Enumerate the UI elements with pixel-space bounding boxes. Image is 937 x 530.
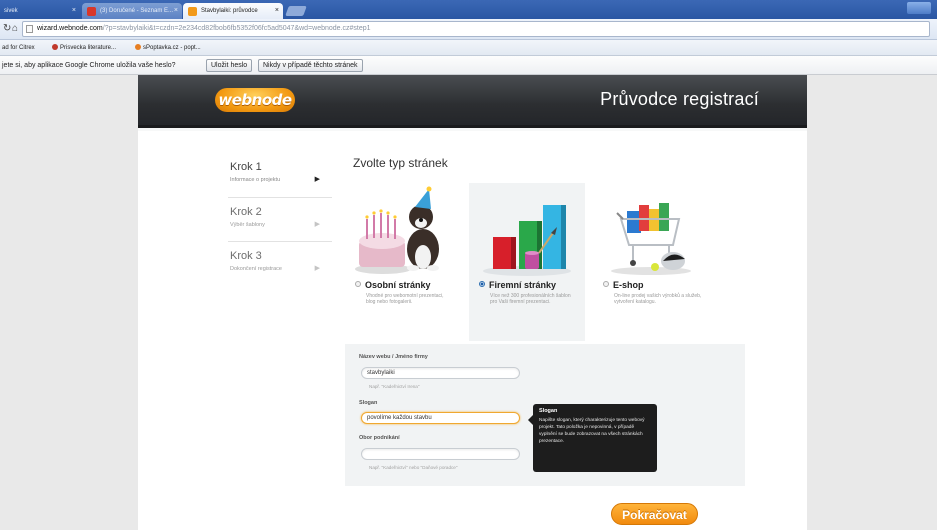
save-password-infobar: jete si, aby aplikace Google Chrome ulož… — [0, 56, 937, 75]
site-name-input[interactable]: stavbylaiki — [361, 367, 520, 379]
step-2: Krok 2 Výběr šablony ▶ — [230, 206, 328, 228]
business-field-hint: Např. "Kadeřnictví" nebo "Daňové poradce… — [369, 465, 458, 470]
window-control-button[interactable] — [907, 2, 931, 14]
step-subtitle: Výběr šablony — [230, 222, 265, 228]
option-label-text: E-shop — [613, 280, 644, 290]
tab-1-label: sivek — [4, 8, 18, 14]
home-icon[interactable]: ⌂ — [12, 23, 18, 34]
slogan-input[interactable]: povolíme každou stavbu — [361, 412, 520, 424]
business-field-label: Obor podnikání — [359, 435, 400, 441]
browser-tab-1[interactable]: sivek × — [0, 3, 80, 19]
arrow-right-icon: ▶ — [314, 176, 320, 183]
page-icon — [26, 25, 33, 33]
new-tab-button[interactable] — [285, 6, 307, 16]
radio-button[interactable] — [355, 281, 361, 287]
bookmark-icon — [52, 44, 58, 51]
shopping-cart-illustration — [611, 203, 691, 275]
browser-tab-3-active[interactable]: Stavbylaiki: průvodce × — [183, 3, 283, 19]
webnode-favicon-icon — [188, 7, 197, 16]
site-name-hint: Např. "Kadeřnictví Irena" — [369, 384, 420, 389]
business-field-input[interactable] — [361, 448, 520, 460]
bookmark-label: Prisvecka literature... — [60, 45, 117, 51]
url-host: wizard.webnode.com — [37, 25, 103, 32]
step-1: Krok 1 Informace o projektu ▶ — [230, 161, 328, 183]
tooltip-title: Slogan — [539, 408, 558, 414]
bookmark-item[interactable]: sPoptavka.cz - popt... — [135, 40, 201, 56]
choose-type-heading: Zvolte typ stránek — [353, 156, 448, 170]
step-subtitle: Dokončení registrace — [230, 266, 282, 272]
bookmark-label: sPoptavka.cz - popt... — [143, 45, 201, 51]
never-save-button[interactable]: Nikdy v případě těchto stránek — [258, 59, 363, 72]
bar-chart-illustration — [483, 205, 571, 276]
page-title: Průvodce registrací — [600, 89, 759, 109]
close-icon[interactable]: × — [174, 3, 178, 19]
save-password-button[interactable]: Uložit heslo — [206, 59, 253, 72]
option-label: E-shop — [603, 280, 644, 290]
close-icon[interactable]: × — [275, 3, 279, 19]
site-type-business[interactable]: Firemní stránky Více než 300 profesionál… — [469, 183, 585, 341]
step-title: Krok 3 — [230, 250, 262, 262]
url-path: /?p=stavbylaiki&t=czdn=2e234cd82fbob6fb5… — [102, 25, 371, 32]
radio-button[interactable] — [603, 281, 609, 287]
browser-tab-bar: sivek × (3) Doručené - Seznam E... × Sta… — [0, 0, 937, 19]
arrow-right-icon: ▶ — [314, 221, 320, 228]
site-name-label: Název webu / Jméno firmy — [359, 354, 428, 360]
site-type-eshop[interactable]: E-shop On-line prodej vašich výrobků a s… — [593, 183, 709, 341]
site-type-personal[interactable]: Osobní stránky Vhodné pro webomotní prez… — [345, 183, 461, 341]
option-label-text: Osobní stránky — [365, 280, 431, 290]
address-bar[interactable]: wizard.webnode.com/?p=stavbylaiki&t=czdn… — [22, 21, 930, 37]
page-header: webnode Průvodce registrací — [138, 75, 807, 128]
step-3: Krok 3 Dokončení registrace ▶ — [230, 250, 328, 272]
webnode-logo[interactable]: webnode — [215, 88, 295, 112]
option-description: Vhodné pro webomotní prezentaci, blog ne… — [366, 293, 444, 306]
browser-tab-2[interactable]: (3) Doručené - Seznam E... × — [82, 3, 182, 19]
wizard-content: Krok 1 Informace o projektu ▶ Krok 2 Výb… — [138, 131, 807, 530]
infobar-message: jete si, aby aplikace Google Chrome ulož… — [2, 62, 176, 69]
step-subtitle: Informace o projektu — [230, 177, 281, 183]
reload-icon[interactable]: ↻ — [3, 23, 11, 34]
continue-button[interactable]: Pokračovat — [611, 503, 698, 525]
wizard-page: webnode Průvodce registrací Krok 1 Infor… — [138, 75, 807, 530]
option-description: Více než 300 profesionálních šablon pro … — [490, 293, 571, 306]
email-favicon-icon — [87, 7, 96, 16]
option-description: On-line prodej vašich výrobků a služeb, … — [614, 293, 702, 306]
radio-button-selected[interactable] — [479, 281, 485, 287]
step-title: Krok 1 — [230, 161, 262, 173]
tooltip-body: Napište slogan, který charakterizuje ten… — [539, 418, 645, 444]
step-divider — [228, 241, 332, 242]
step-divider — [228, 197, 332, 198]
slogan-label: Slogan — [359, 400, 378, 406]
close-icon[interactable]: × — [72, 3, 76, 19]
tab-3-label: Stavbylaiki: průvodce — [201, 8, 258, 14]
option-label: Osobní stránky — [355, 280, 431, 290]
step-title: Krok 2 — [230, 206, 262, 218]
bookmark-item[interactable]: Prisvecka literature... — [52, 40, 116, 56]
bookmark-label: ad for Citrex — [2, 45, 35, 51]
bookmark-item[interactable]: ad for Citrex — [2, 40, 35, 56]
option-label-text: Firemní stránky — [489, 280, 557, 290]
bookmarks-bar: ad for Citrex Prisvecka literature... sP… — [0, 40, 937, 56]
dog-cake-illustration — [355, 186, 439, 274]
option-label: Firemní stránky — [479, 280, 556, 290]
arrow-right-icon: ▶ — [314, 265, 320, 272]
browser-toolbar: ↻ ⌂ wizard.webnode.com/?p=stavbylaiki&t=… — [0, 19, 937, 40]
tab-2-label: (3) Doručené - Seznam E... — [100, 8, 174, 14]
slogan-tooltip: Slogan Napište slogan, který charakteriz… — [528, 404, 657, 472]
bookmark-icon — [135, 44, 141, 51]
